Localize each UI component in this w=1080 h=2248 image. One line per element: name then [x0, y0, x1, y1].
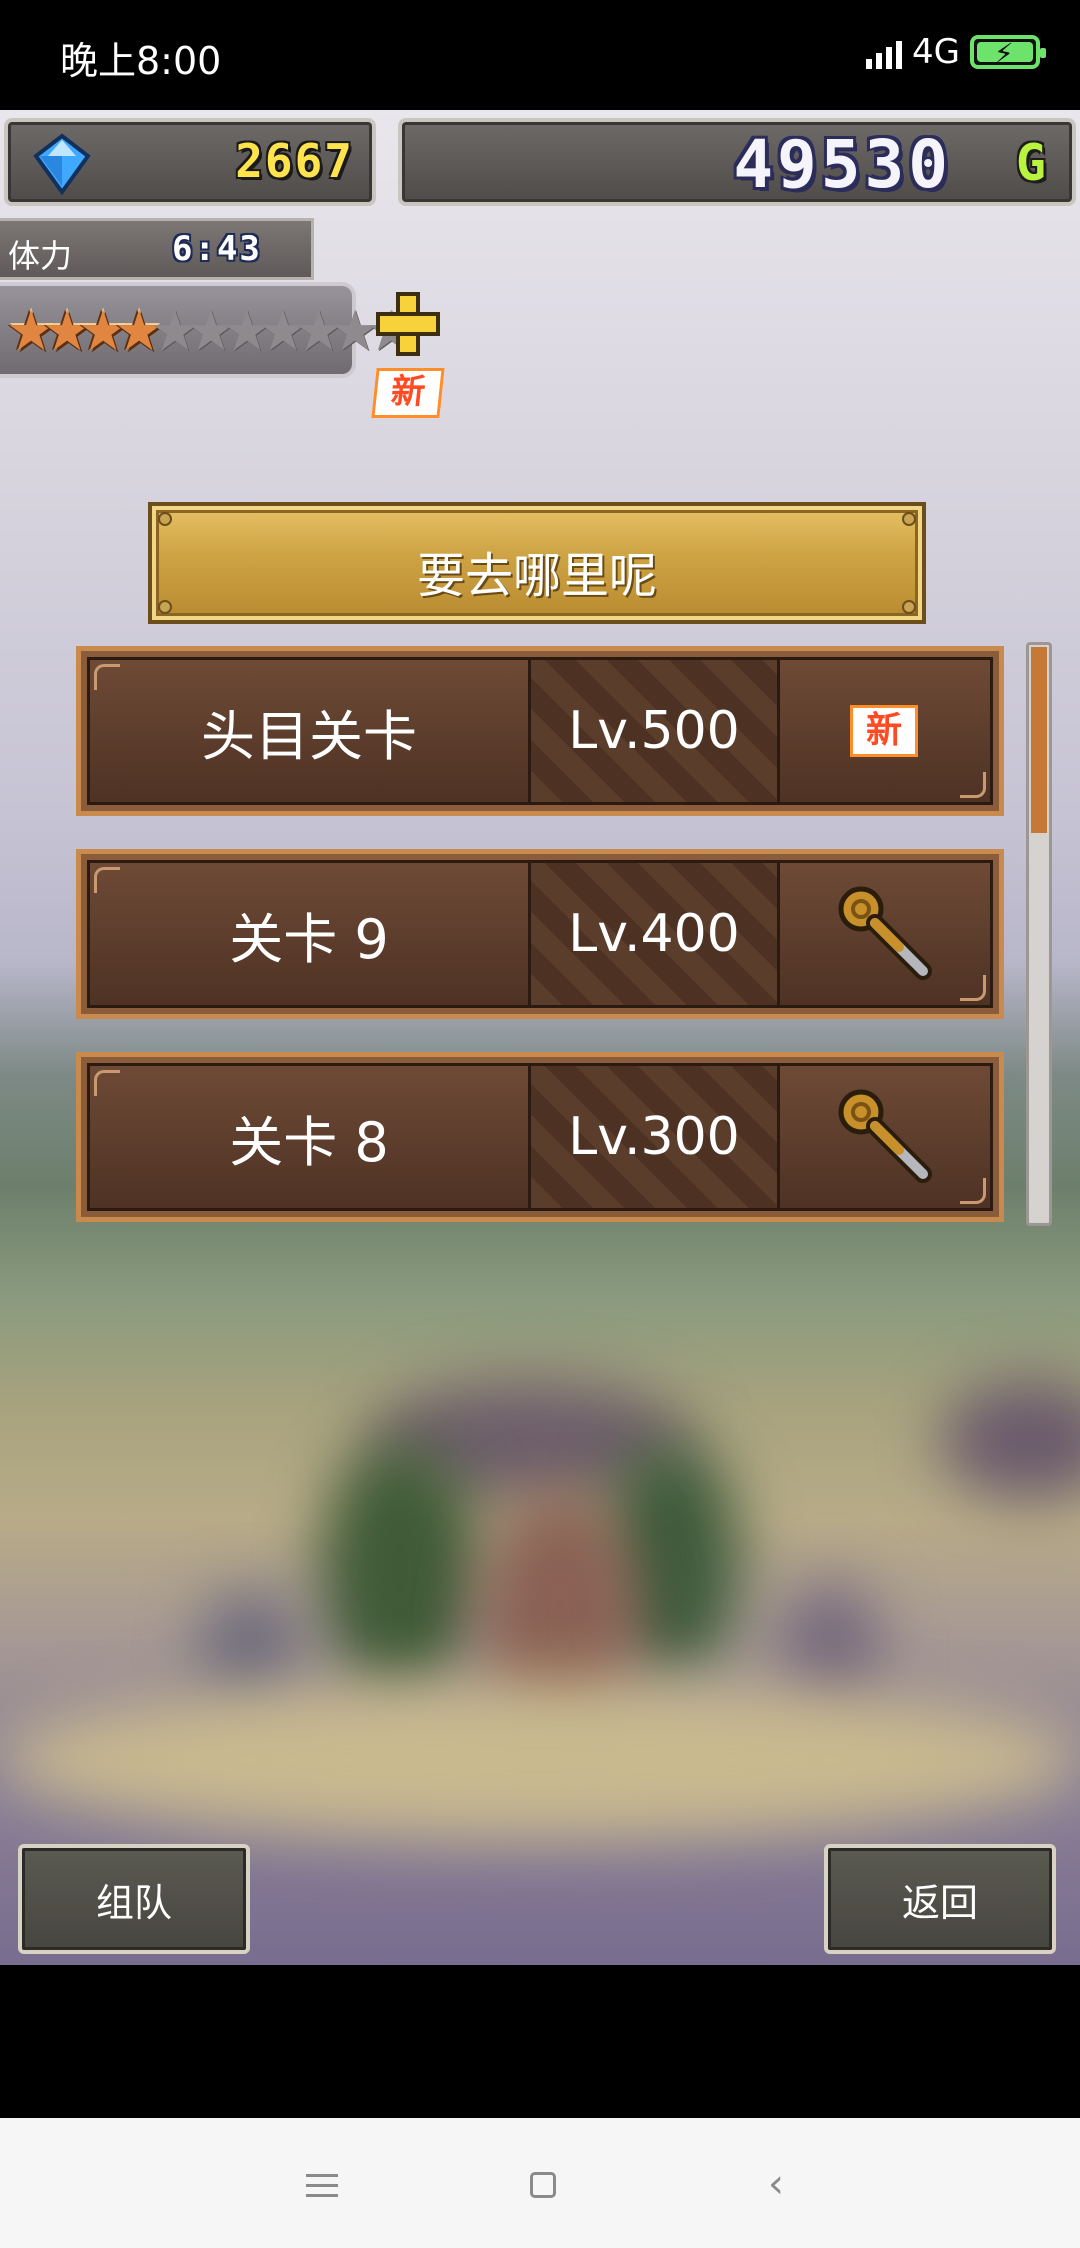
star-filled-icon: ★ [114, 299, 165, 364]
star-row: ★★★★★★★★★★★ [6, 299, 416, 364]
star-empty-icon: ★ [258, 299, 309, 364]
star-filled-icon: ★ [78, 299, 129, 364]
new-badge: 新 [371, 368, 445, 418]
gem-count: 2667 [235, 134, 354, 188]
letterbox [0, 1965, 1080, 2118]
star-empty-icon: ★ [294, 299, 345, 364]
stage-row-9[interactable]: 关卡 9 Lv.400 [76, 849, 1004, 1019]
diamond-icon [33, 133, 91, 196]
gold-unit: G [1015, 134, 1046, 192]
signal-icon [866, 35, 903, 69]
stage-list-scrollbar[interactable] [1026, 642, 1052, 1226]
key-icon [838, 886, 932, 980]
star-filled-icon: ★ [42, 299, 93, 364]
scroll-thumb[interactable] [1031, 647, 1047, 833]
team-button[interactable]: 组队 [18, 1844, 250, 1954]
add-stamina-button[interactable] [372, 288, 444, 360]
stamina-timer: 6:43 [172, 229, 262, 269]
star-empty-icon: ★ [150, 299, 201, 364]
status-icons: 4G ⚡ [866, 32, 1046, 72]
star-filled-icon: ★ [6, 299, 57, 364]
page-title: 要去哪里呢 [416, 548, 657, 604]
stage-level: Lv.400 [528, 863, 780, 1005]
gold-count: 49530 [733, 126, 952, 203]
stage-icon [778, 863, 990, 1005]
gold-counter: 49530 G [398, 118, 1076, 206]
star-empty-icon: ★ [330, 299, 381, 364]
stamina-stars: ★★★★★★★★★★★ [0, 282, 416, 378]
stage-level: Lv.500 [528, 660, 780, 802]
stage-name: 关卡 8 [229, 1110, 389, 1174]
stage-level-text: Lv.500 [568, 701, 740, 761]
system-navigation-bar: ‹ [0, 2118, 1080, 2248]
stage-level-text: Lv.400 [568, 904, 740, 964]
gem-counter: 2667 [4, 118, 376, 206]
stage-row-boss[interactable]: 头目关卡 Lv.500 新 [76, 646, 1004, 816]
new-badge: 新 [850, 705, 918, 757]
stage-name: 头目关卡 [201, 704, 417, 768]
stamina-label: 体力 [8, 237, 73, 275]
star-empty-icon: ★ [222, 299, 273, 364]
network-type: 4G [912, 32, 960, 72]
status-time: 晚上8:00 [60, 39, 222, 83]
star-empty-icon: ★ [186, 299, 237, 364]
stamina-panel: 体力 6:43 [0, 218, 314, 280]
battery-icon: ⚡ [970, 35, 1046, 70]
title-plate: 要去哪里呢 [148, 502, 926, 624]
stage-row-8[interactable]: 关卡 8 Lv.300 [76, 1052, 1004, 1222]
key-icon [838, 1089, 932, 1183]
status-bar: 晚上8:00 4G ⚡ [0, 0, 1080, 110]
stage-icon: 新 [778, 660, 990, 802]
stage-level: Lv.300 [528, 1066, 780, 1208]
game-screen: 2667 49530 G 体力 6:43 ★★★★★★★★★★★ 新 要去哪里呢… [0, 110, 1080, 1965]
menu-icon[interactable] [298, 2160, 346, 2208]
stage-level-text: Lv.300 [568, 1107, 740, 1167]
back-button[interactable]: 返回 [824, 1844, 1056, 1954]
home-icon[interactable] [518, 2160, 566, 2208]
stage-icon [778, 1066, 990, 1208]
back-icon[interactable]: ‹ [752, 2160, 800, 2208]
stage-name: 关卡 9 [229, 907, 389, 971]
